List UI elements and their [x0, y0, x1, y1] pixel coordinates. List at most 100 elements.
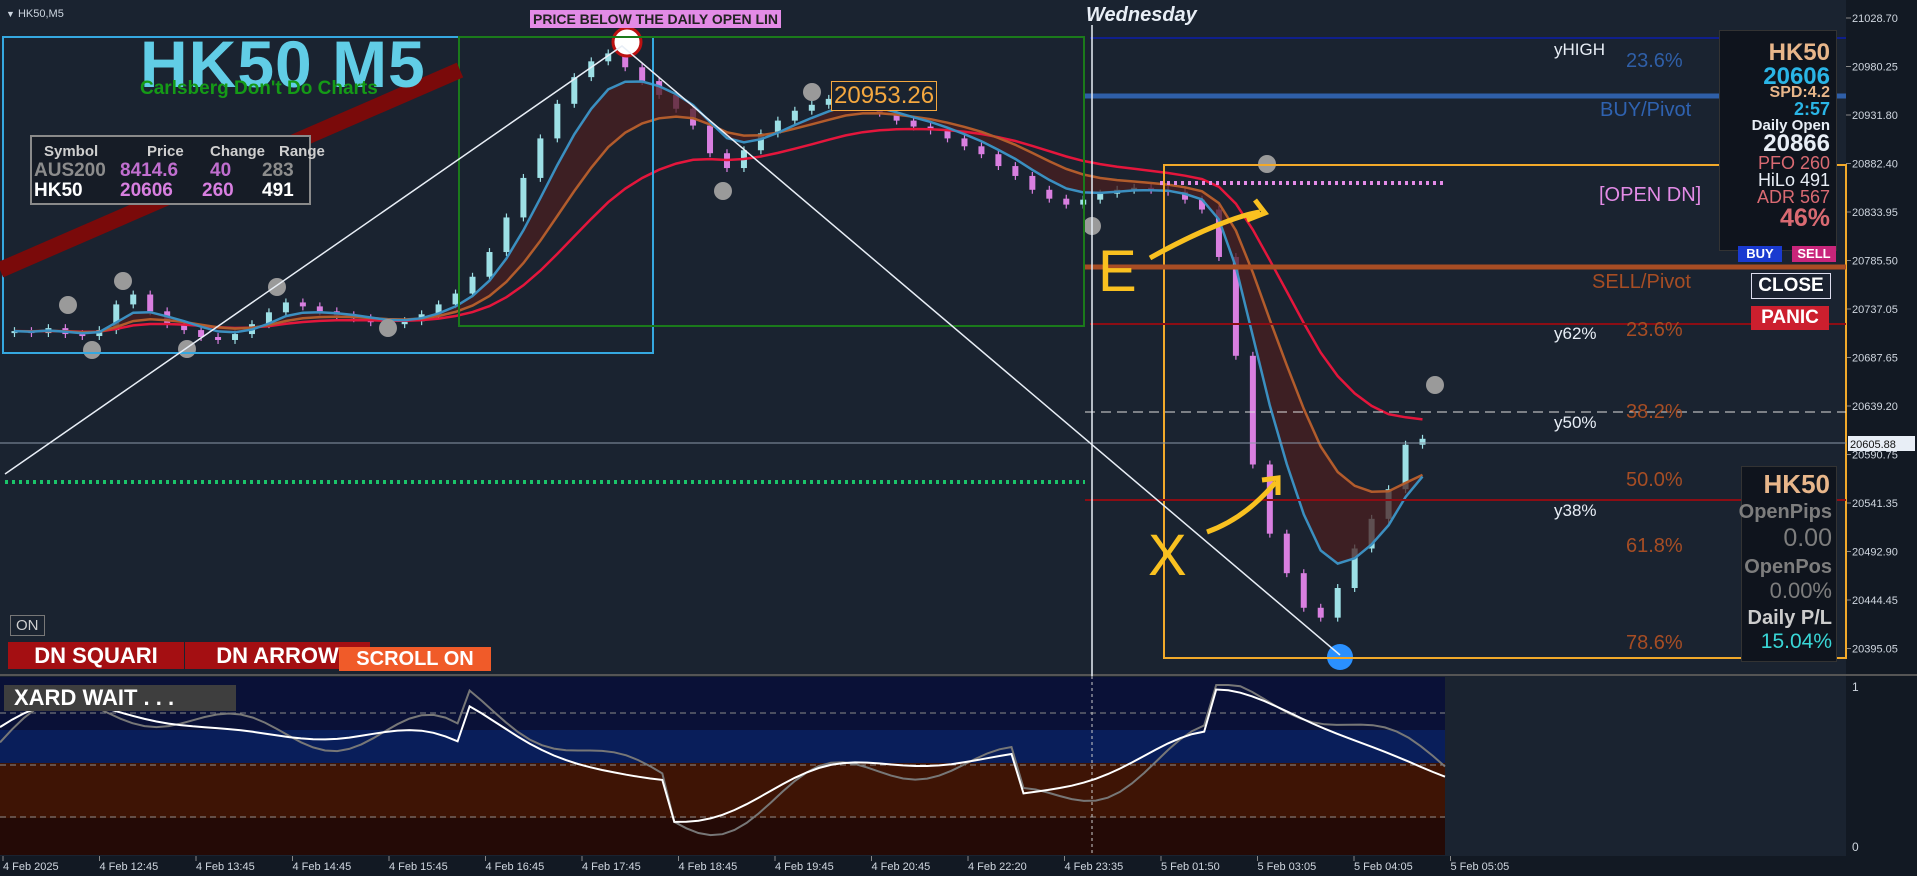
candle	[1283, 533, 1290, 574]
price-tick-label: 20492.90	[1852, 547, 1898, 559]
row-symbol[interactable]: AUS200	[34, 160, 106, 182]
candle	[520, 177, 527, 218]
dn-square-button[interactable]: DN SQUARI	[8, 642, 184, 669]
buy-button[interactable]: BUY	[1738, 246, 1782, 262]
candle	[299, 302, 306, 307]
annotation-e: E	[1098, 239, 1137, 304]
time-tick-label: 5 Feb 01:50	[1161, 861, 1220, 873]
candle	[791, 110, 798, 121]
swing-dot	[83, 341, 101, 359]
time-tick-label: 5 Feb 04:05	[1354, 861, 1413, 873]
row-change: 40	[210, 160, 232, 181]
fib-label: 50.0%	[1626, 469, 1683, 491]
fib-label: 23.6%	[1626, 319, 1683, 341]
swing-dot	[1426, 376, 1444, 394]
time-axis: 4 Feb 2025 4 Feb 12:45 4 Feb 13:45 4 Feb 14…	[0, 856, 1846, 876]
time-tick-label: 4 Feb 12:45	[100, 861, 159, 873]
chart-subtitle: Carlsberg Don't Do Charts	[140, 78, 378, 99]
row-price: 8414.6	[120, 160, 179, 181]
candle	[147, 294, 154, 312]
time-tick-label: 4 Feb 14:45	[293, 861, 352, 873]
time-tick-label: 4 Feb 15:45	[389, 861, 448, 873]
price-tick-label: 20541.35	[1852, 498, 1898, 510]
candle	[995, 154, 1002, 167]
scroll-on-button[interactable]: SCROLL ON	[339, 647, 491, 671]
time-tick-label: 4 Feb 19:45	[775, 861, 834, 873]
candle	[469, 276, 476, 294]
price-axis: 21028.70 20980.25 20931.80 20882.40 20833.95…	[1846, 0, 1917, 876]
level-y38: y38%	[1554, 501, 1597, 520]
position-symbol: HK50	[1763, 469, 1830, 499]
price-callout: 20953.26	[831, 81, 938, 111]
candle	[1334, 588, 1341, 618]
price-tick-label: 20785.50	[1852, 256, 1898, 268]
panic-button[interactable]: PANIC	[1751, 306, 1829, 330]
time-tick-label: 4 Feb 23:35	[1065, 861, 1124, 873]
candle	[232, 334, 239, 340]
candle	[1046, 189, 1053, 199]
close-button[interactable]: CLOSE	[1751, 273, 1831, 299]
trading-chart[interactable]: 21028.70 20980.25 20931.80 20882.40 20833.95…	[0, 0, 1917, 876]
candle	[944, 130, 951, 139]
candle	[282, 302, 289, 313]
sell-button[interactable]: SELL	[1792, 246, 1836, 262]
row-change: 260	[202, 180, 234, 201]
osc-zone-blue	[0, 730, 1445, 763]
fib-label: 38.2%	[1626, 401, 1683, 423]
on-toggle[interactable]: ON	[10, 615, 45, 636]
dropdown-icon: ▼	[6, 9, 15, 19]
daily-pl-label: Daily P/L	[1747, 607, 1832, 629]
candle	[1029, 175, 1036, 190]
price-tick-label: 20444.45	[1852, 595, 1898, 607]
candle	[1063, 198, 1070, 205]
time-tick-label: 4 Feb 17:45	[582, 861, 641, 873]
candle	[1300, 573, 1307, 608]
symbol-tab[interactable]: ▼ HK50,M5	[6, 8, 64, 20]
candle	[537, 138, 544, 178]
swing-dot	[379, 319, 397, 337]
row-range: 491	[262, 180, 294, 201]
info-pct: 46%	[1779, 204, 1830, 232]
alert-banner: PRICE BELOW THE DAILY OPEN LIN	[530, 10, 782, 28]
time-tick-label: 4 Feb 22:20	[968, 861, 1027, 873]
row-symbol[interactable]: HK50	[34, 180, 83, 202]
sell-pivot-label: SELL/Pivot	[1592, 271, 1691, 293]
fib-label: 23.6%	[1626, 50, 1683, 72]
position-panel: HK50 OpenPips 0.00 OpenPos 0.00% Daily P…	[1739, 466, 1837, 662]
osc-zone-dark	[0, 818, 1445, 855]
candle	[961, 138, 968, 147]
time-tick-label: 4 Feb 20:45	[872, 861, 931, 873]
candle	[1317, 607, 1324, 618]
open-pips-value: 0.00	[1783, 524, 1832, 552]
time-tick-label: 4 Feb 16:45	[486, 861, 545, 873]
fib-label: 61.8%	[1626, 535, 1683, 557]
info-panel: HK50 20606 SPD:4.2 2:57 Daily Open 20866…	[1719, 30, 1837, 251]
oscillator-scale-bottom: 0	[1852, 840, 1859, 854]
time-tick-label: 4 Feb 13:45	[196, 861, 255, 873]
candle	[910, 120, 917, 127]
osc-zone-brown	[0, 763, 1445, 818]
col-price: Price	[147, 143, 184, 160]
price-tick-label: 20931.80	[1852, 110, 1898, 122]
open-pos-label: OpenPos	[1744, 556, 1832, 578]
price-tick-label: 21028.70	[1852, 13, 1898, 25]
swing-dot	[714, 182, 732, 200]
swing-dot	[59, 296, 77, 314]
col-change: Change	[210, 143, 266, 160]
buy-pivot-label: BUY/Pivot	[1600, 99, 1692, 121]
oscillator-scale-top: 1	[1852, 680, 1859, 694]
col-range: Range	[279, 143, 325, 160]
candle	[316, 306, 323, 312]
time-tick-label: 5 Feb 05:05	[1451, 861, 1510, 873]
candle	[1249, 355, 1256, 465]
candle	[639, 67, 646, 82]
price-tick-label: 20687.65	[1852, 353, 1898, 365]
price-tick-label: 20590.75	[1852, 450, 1898, 462]
day-label: Wednesday	[1086, 4, 1197, 26]
candle	[1012, 166, 1019, 176]
price-tick-label: 20395.05	[1852, 644, 1898, 656]
candle	[486, 252, 493, 277]
time-tick-label: 5 Feb 03:05	[1258, 861, 1317, 873]
current-price-label: 20605.88	[1850, 439, 1896, 451]
open-dn-label: [OPEN DN]	[1599, 184, 1702, 206]
